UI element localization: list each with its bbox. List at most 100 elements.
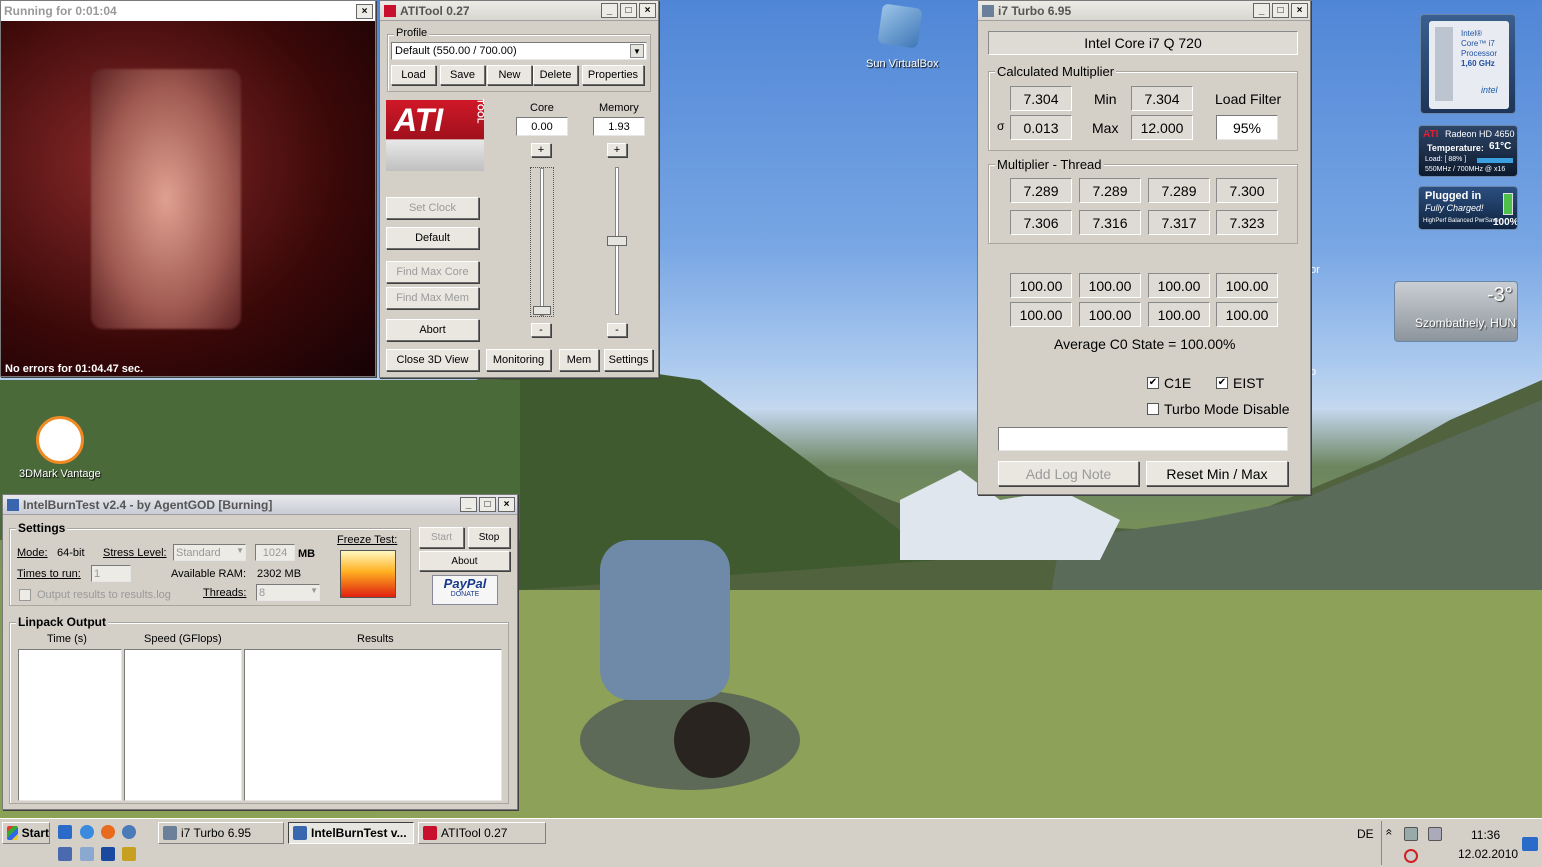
flame-icon[interactable] [340, 550, 396, 598]
notepad-icon[interactable] [80, 847, 94, 861]
close-icon[interactable]: × [639, 3, 656, 18]
weather-gadget[interactable]: -3° Szombathely, HUN [1394, 281, 1518, 342]
taskbar-item-atitool[interactable]: ATITool 0.27 [418, 822, 546, 844]
eist-label: EIST [1233, 375, 1265, 391]
load-filter-input[interactable]: 95% [1216, 115, 1278, 140]
memory-plus-button[interactable]: + [607, 143, 627, 157]
add-log-note-button[interactable]: Add Log Note [998, 461, 1139, 486]
close-icon[interactable]: × [356, 3, 373, 19]
render-window[interactable]: Running for 0:01:04 × No errors for 01:0… [0, 0, 376, 377]
speed-list[interactable] [124, 649, 242, 801]
clock-time[interactable]: 11:36 [1471, 828, 1500, 842]
taskbar-item-intelburntest[interactable]: IntelBurnTest v... [288, 822, 414, 844]
close-icon[interactable]: × [1291, 3, 1308, 18]
stress-level-select[interactable]: Standard ▼ [173, 544, 246, 561]
taskbar-item-label: IntelBurnTest v... [311, 826, 407, 840]
intelburntest-window[interactable]: IntelBurnTest v2.4 - by AgentGOD [Burnin… [2, 494, 518, 810]
set-clock-button[interactable]: Set Clock [386, 197, 479, 219]
log-note-input[interactable] [998, 427, 1288, 451]
show-desktop-icon[interactable] [58, 825, 72, 839]
network-tray-icon[interactable] [1428, 827, 1442, 841]
turbo-disable-checkbox[interactable] [1147, 403, 1159, 415]
i7-app-icon [982, 4, 994, 17]
delete-button[interactable]: Delete [533, 65, 578, 85]
action-center-icon[interactable] [1522, 837, 1538, 851]
profile-select[interactable]: Default (550.00 / 700.00) ▼ [391, 42, 647, 60]
tools-icon[interactable] [122, 847, 136, 861]
network-icon[interactable] [58, 847, 72, 861]
intel-cpu-gadget[interactable]: Intel® Core™ i7 Processor 1,60 GHz intel [1420, 14, 1516, 114]
minimize-icon[interactable]: _ [1253, 3, 1270, 18]
i7-turbo-window[interactable]: i7 Turbo 6.95 _ □ × Intel Core i7 Q 720 Ca… [977, 0, 1311, 495]
memory-slider[interactable] [605, 167, 629, 317]
load-button[interactable]: Load [391, 65, 436, 85]
memory-minus-button[interactable]: - [607, 323, 627, 337]
media-icon[interactable] [101, 847, 115, 861]
3dmark-vantage-label[interactable]: 3DMark Vantage [19, 468, 101, 480]
mode-value: 64-bit [57, 547, 85, 559]
monitoring-button[interactable]: Monitoring [486, 349, 551, 371]
atitool-window[interactable]: ATITool 0.27 _ □ × Profile Default (550.00… [379, 0, 659, 378]
c0-state: 100.00 [1010, 302, 1072, 327]
sigma-value: 0.013 [1010, 115, 1072, 140]
maximize-icon[interactable]: □ [479, 497, 496, 512]
properties-button[interactable]: Properties [582, 65, 644, 85]
gpu-temp-label: Temperature: [1427, 143, 1484, 153]
find-max-mem-button[interactable]: Find Max Mem [386, 287, 479, 309]
maximize-icon[interactable]: □ [620, 3, 637, 18]
c1e-checkbox[interactable]: ✔ [1147, 377, 1159, 389]
output-results-checkbox[interactable] [19, 589, 31, 601]
ati-gpu-gadget[interactable]: ATI Radeon HD 4650 Temperature: 61°C Loa… [1418, 125, 1518, 177]
gpu-load: Load: [ 88% ] [1425, 156, 1467, 163]
mem-button[interactable]: Mem [559, 349, 599, 371]
threads-select[interactable]: 8 ▼ [256, 584, 320, 601]
battery-gadget[interactable]: Plugged in Fully Charged! HighPerf Balan… [1418, 186, 1518, 230]
chevron-down-icon[interactable]: ▼ [310, 586, 318, 595]
settings-button[interactable]: Settings [604, 349, 653, 371]
close-3d-view-button[interactable]: Close 3D View [386, 349, 479, 371]
thunderbird-icon[interactable] [122, 825, 136, 839]
stop-button[interactable]: Stop [468, 527, 510, 548]
new-button[interactable]: New [487, 65, 532, 85]
minimize-icon[interactable]: _ [601, 3, 618, 18]
windows-logo-icon [7, 826, 18, 840]
volume-muted-icon[interactable] [1404, 849, 1418, 863]
start-label: Start [21, 826, 49, 840]
times-to-run-field[interactable]: 1 [91, 565, 131, 582]
tray-expand-icon[interactable]: « [1382, 829, 1396, 836]
time-list[interactable] [18, 649, 122, 801]
core-plus-button[interactable]: + [531, 143, 551, 157]
about-button[interactable]: About [419, 551, 510, 571]
core-minus-button[interactable]: - [531, 323, 551, 337]
language-indicator[interactable]: DE [1357, 827, 1374, 841]
start-button[interactable]: Start [419, 527, 464, 548]
start-button[interactable]: Start [2, 822, 50, 844]
internet-explorer-icon[interactable] [80, 825, 94, 839]
core-clock-field[interactable]: 0.00 [516, 117, 568, 136]
virtualbox-label[interactable]: Sun VirtualBox [866, 58, 939, 70]
maximize-icon[interactable]: □ [1272, 3, 1289, 18]
reset-min-max-button[interactable]: Reset Min / Max [1146, 461, 1288, 486]
close-icon[interactable]: × [498, 497, 515, 512]
save-button[interactable]: Save [440, 65, 485, 85]
stress-level-label: Stress Level: [103, 547, 167, 559]
virtualbox-icon[interactable] [877, 3, 923, 49]
memory-clock-field[interactable]: 1.93 [593, 117, 645, 136]
clock-date[interactable]: 12.02.2010 [1458, 847, 1518, 861]
core-slider[interactable] [530, 167, 554, 317]
results-list[interactable] [244, 649, 502, 801]
abort-button[interactable]: Abort [386, 319, 479, 341]
minimize-icon[interactable]: _ [460, 497, 477, 512]
battery-tray-icon[interactable] [1404, 827, 1418, 841]
paypal-donate-button[interactable]: PayPal DONATE [432, 575, 498, 605]
c0-state: 100.00 [1148, 273, 1210, 298]
taskbar-item-i7-turbo[interactable]: i7 Turbo 6.95 [158, 822, 284, 844]
memory-size-field[interactable]: 1024 [255, 544, 295, 561]
chevron-down-icon[interactable]: ▼ [630, 44, 644, 58]
3dmark-vantage-icon[interactable] [36, 416, 84, 464]
chevron-down-icon[interactable]: ▼ [236, 546, 244, 555]
find-max-core-button[interactable]: Find Max Core [386, 261, 479, 283]
eist-checkbox[interactable]: ✔ [1216, 377, 1228, 389]
firefox-icon[interactable] [101, 825, 115, 839]
default-button[interactable]: Default [386, 227, 479, 249]
